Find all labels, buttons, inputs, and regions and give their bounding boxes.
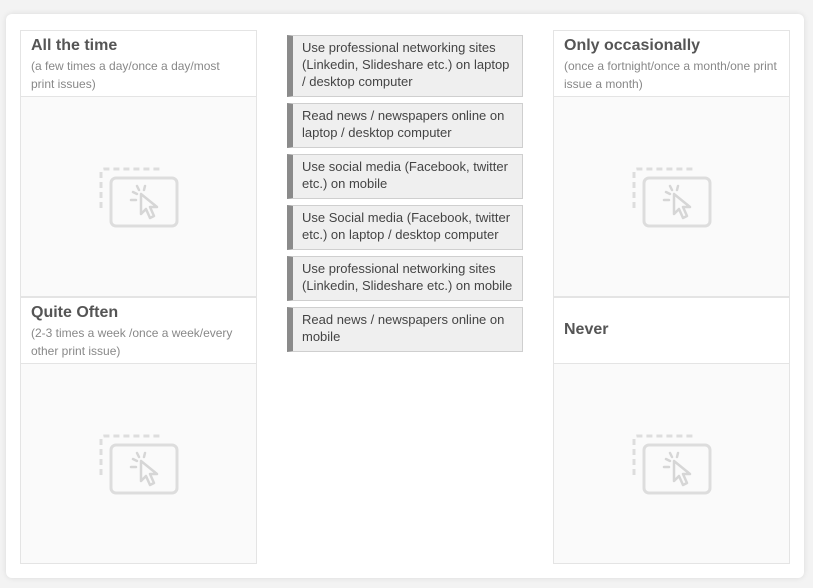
bucket-header: Only occasionally (once a fortnight/once… [554, 31, 789, 97]
bucket-quite-often[interactable]: Quite Often (2-3 times a week /once a we… [20, 297, 257, 564]
drop-zone[interactable] [21, 97, 256, 296]
bucket-only-occasionally[interactable]: Only occasionally (once a fortnight/once… [553, 30, 790, 297]
bucket-title: All the time [31, 37, 118, 54]
drop-zone[interactable] [554, 97, 789, 296]
drop-zone[interactable] [554, 364, 789, 563]
bucket-header: Never [554, 298, 789, 364]
bucket-title: Never [564, 321, 609, 338]
bucket-header: Quite Often (2-3 times a week /once a we… [21, 298, 256, 364]
draggable-item-professional-networking-mobile[interactable]: Use professional networking sites (Linke… [287, 256, 523, 301]
draggable-item-news-online-mobile[interactable]: Read news / newspapers online on mobile [287, 307, 523, 352]
bucket-subtitle: (once a fortnight/once a month/one print… [564, 59, 777, 91]
bucket-all-the-time[interactable]: All the time (a few times a day/once a d… [20, 30, 257, 297]
bucket-never[interactable]: Never [553, 297, 790, 564]
drag-and-drop-cursor-icon [630, 164, 714, 230]
drag-and-drop-cursor-icon [97, 164, 181, 230]
bucket-subtitle: (2-3 times a week /once a week/every oth… [31, 326, 233, 358]
bucket-title: Only occasionally [564, 37, 701, 54]
bucket-title: Quite Often [31, 304, 119, 321]
drag-and-drop-cursor-icon [630, 431, 714, 497]
bucket-subtitle: (a few times a day/once a day/most print… [31, 59, 220, 91]
bucket-header: All the time (a few times a day/once a d… [21, 31, 256, 97]
draggable-item-social-media-laptop[interactable]: Use Social media (Facebook, twitter etc.… [287, 205, 523, 250]
drop-zone[interactable] [21, 364, 256, 563]
drag-and-drop-cursor-icon [97, 431, 181, 497]
draggable-item-social-media-mobile[interactable]: Use social media (Facebook, twitter etc.… [287, 154, 523, 199]
draggable-item-professional-networking-laptop[interactable]: Use professional networking sites (Linke… [287, 35, 523, 97]
draggable-item-news-online-laptop[interactable]: Read news / newspapers online on laptop … [287, 103, 523, 148]
